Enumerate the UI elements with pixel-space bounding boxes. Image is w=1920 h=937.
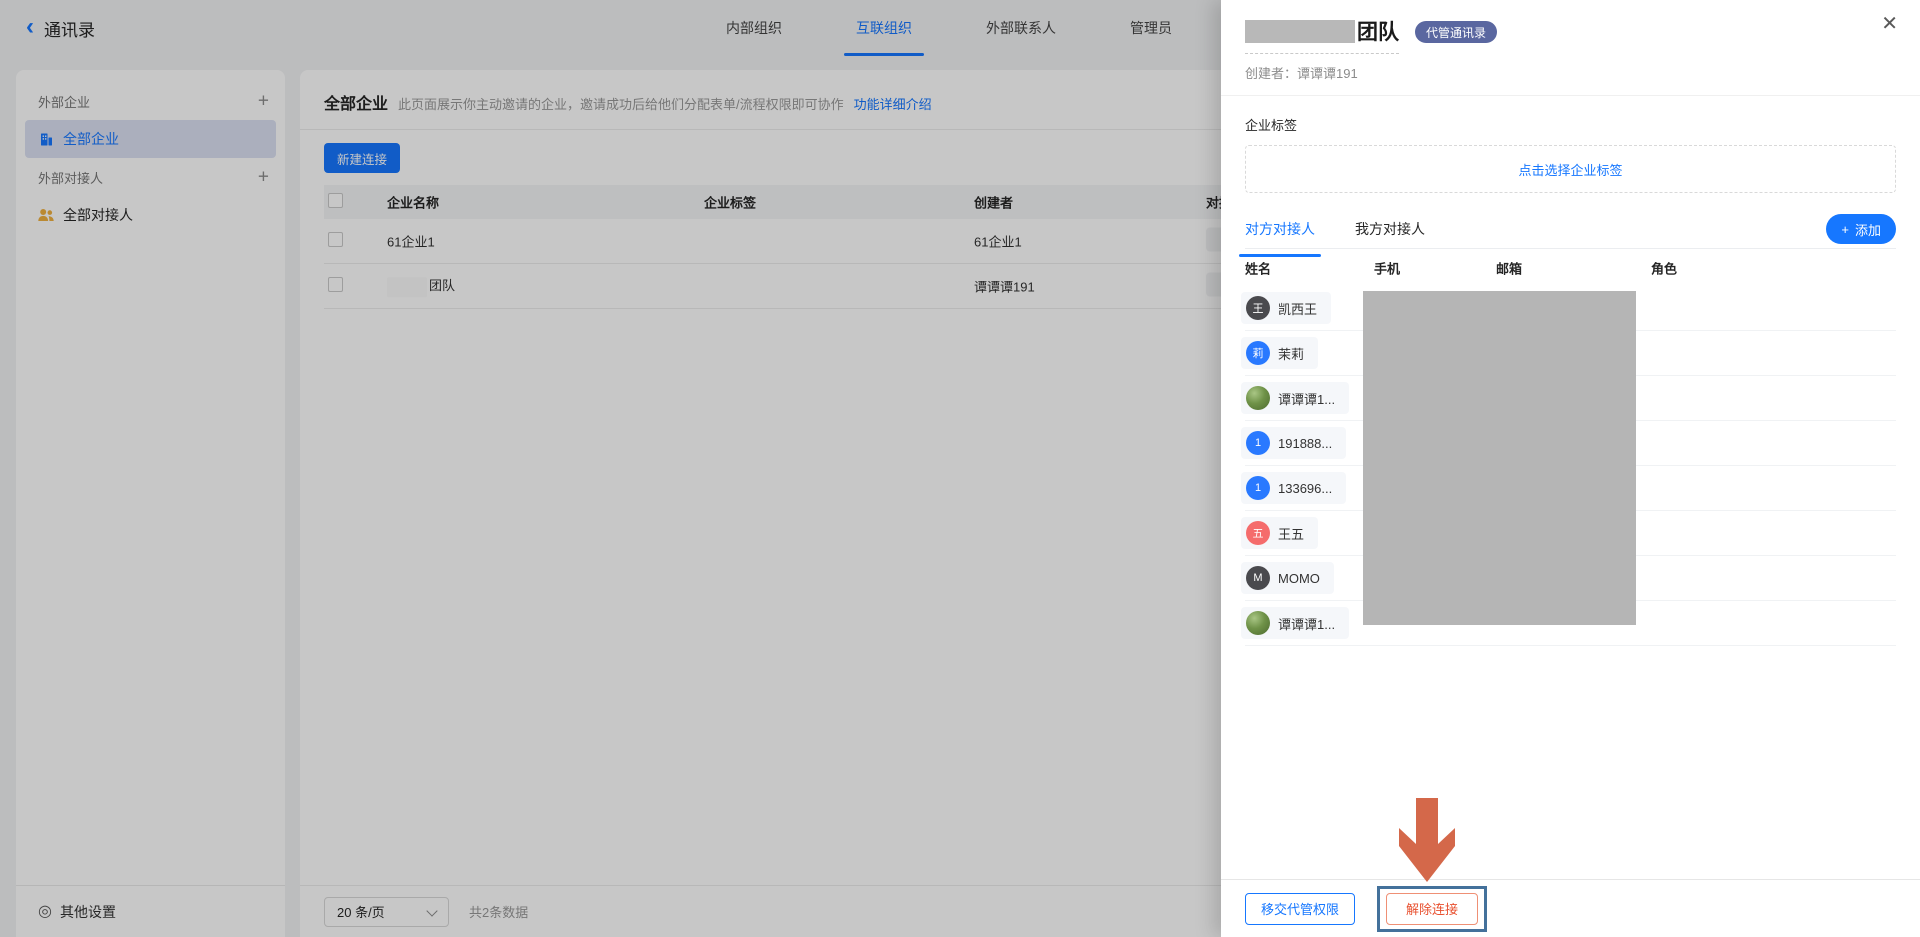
contact-name-cell: 王 凯西王 <box>1241 292 1331 324</box>
avatar: 莉 <box>1246 341 1270 365</box>
drawer-title-row: 团队 代管通讯录 <box>1245 16 1896 54</box>
contact-name: 谭谭谭1... <box>1278 614 1335 633</box>
select-company-tag-box[interactable]: 点击选择企业标签 <box>1245 145 1896 193</box>
avatar: M <box>1246 566 1270 590</box>
avatar: 1 <box>1246 476 1270 500</box>
contact-table-header: 姓名 手机 邮箱 角色 <box>1245 249 1896 286</box>
contact-name: 王五 <box>1278 524 1304 543</box>
transfer-admin-rights-button[interactable]: 移交代管权限 <box>1245 893 1355 925</box>
col-phone: 手机 <box>1374 258 1400 277</box>
contact-name: 谭谭谭1... <box>1278 389 1335 408</box>
drawer-creator: 创建者：谭谭谭191 <box>1245 63 1896 82</box>
annotation-arrow-down-icon <box>1393 798 1461 889</box>
drawer-footer: 移交代管权限 解除连接 <box>1221 879 1920 937</box>
managed-directory-badge: 代管通讯录 <box>1415 21 1497 43</box>
col-role: 角色 <box>1651 258 1677 277</box>
col-email: 邮箱 <box>1496 258 1522 277</box>
plus-icon: + <box>1841 222 1849 237</box>
company-detail-drawer: ✕ 团队 代管通讯录 创建者：谭谭谭191 企业标签 点击选择企业标签 对方对接… <box>1221 0 1920 937</box>
close-icon[interactable]: ✕ <box>1881 14 1898 34</box>
add-contact-label: 添加 <box>1855 220 1881 239</box>
avatar-photo <box>1246 611 1270 635</box>
contact-name-cell: 莉 茉莉 <box>1241 337 1318 369</box>
redacted-title-block <box>1245 20 1355 43</box>
contact-name-cell: 1 191888... <box>1241 427 1346 459</box>
avatar: 1 <box>1246 431 1270 455</box>
contact-name-cell: 谭谭谭1... <box>1241 607 1349 639</box>
contact-name: 凯西王 <box>1278 299 1317 318</box>
drawer-overlay[interactable] <box>0 0 1221 937</box>
contact-name-cell: M MOMO <box>1241 562 1334 594</box>
redacted-data-block <box>1363 291 1636 625</box>
avatar: 王 <box>1246 296 1270 320</box>
tab-their-contacts[interactable]: 对方对接人 <box>1245 218 1315 248</box>
drawer-title-editable[interactable]: 团队 <box>1245 16 1399 54</box>
contact-name-cell: 1 133696... <box>1241 472 1346 504</box>
contact-name: MOMO <box>1278 571 1320 586</box>
col-name: 姓名 <box>1245 258 1271 277</box>
tab-our-contacts[interactable]: 我方对接人 <box>1355 218 1425 248</box>
contact-tabs: 对方对接人 我方对接人 + 添加 <box>1245 218 1896 249</box>
contact-name: 191888... <box>1278 436 1332 451</box>
drawer-title: 团队 <box>1357 16 1399 46</box>
contact-name-cell: 五 王五 <box>1241 517 1318 549</box>
divider <box>1221 95 1920 96</box>
avatar-photo <box>1246 386 1270 410</box>
add-contact-button[interactable]: + 添加 <box>1826 214 1896 244</box>
company-tag-label: 企业标签 <box>1245 115 1896 134</box>
avatar: 五 <box>1246 521 1270 545</box>
contact-name: 茉莉 <box>1278 344 1304 363</box>
contact-name: 133696... <box>1278 481 1332 496</box>
contact-name-cell: 谭谭谭1... <box>1241 382 1349 414</box>
select-company-tag-text: 点击选择企业标签 <box>1518 160 1622 179</box>
disconnect-button[interactable]: 解除连接 <box>1386 893 1478 925</box>
annotation-highlight-box: 解除连接 <box>1377 886 1487 932</box>
